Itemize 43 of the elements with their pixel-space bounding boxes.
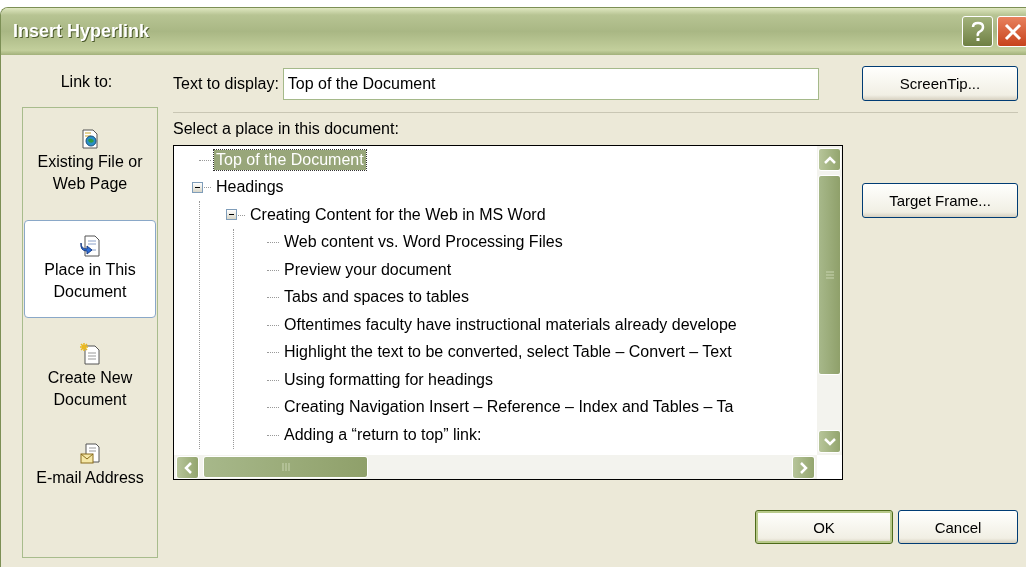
link-to-label: Link to: [59, 72, 114, 92]
scroll-down-button[interactable] [818, 430, 841, 453]
scroll-up-button[interactable] [818, 148, 841, 171]
screentip-button[interactable]: ScreenTip... [862, 66, 1018, 101]
link-to-option[interactable]: Existing File or Web Page [24, 122, 156, 202]
caret-down-icon [823, 437, 836, 446]
scrollbar-thumb[interactable] [818, 175, 841, 375]
link-to-option[interactable]: Place in This Document [24, 220, 156, 318]
tree-item[interactable]: Adding a “return to top” link: [282, 424, 484, 445]
tree-item[interactable]: Oftentimes faculty have instructional materials already develope [282, 314, 739, 335]
scrollbar-thumb[interactable] [203, 456, 368, 478]
close-button[interactable] [997, 16, 1026, 47]
help-icon [969, 20, 986, 43]
text-to-display-field[interactable]: Top of the Document [282, 67, 819, 100]
help-button[interactable] [962, 16, 993, 47]
document-globe-icon [81, 129, 99, 149]
tree-item[interactable]: Headings [214, 177, 286, 198]
close-icon [1003, 22, 1022, 41]
caret-right-icon [799, 461, 808, 474]
field-label: Text to display: [173, 74, 279, 93]
new-document-icon [80, 343, 100, 365]
tree-item[interactable]: Web content vs. Word Processing Files [282, 232, 565, 253]
collapse-icon[interactable] [192, 181, 203, 193]
cancel-button[interactable]: Cancel [898, 510, 1018, 544]
window-title: Insert Hyperlink [13, 21, 151, 42]
document-envelope-icon [80, 443, 100, 465]
caret-up-icon [823, 155, 836, 164]
ok-button[interactable]: OK [755, 510, 893, 544]
tree-item[interactable]: Tabs and spaces to tables [282, 287, 471, 308]
target-frame-button[interactable]: Target Frame... [862, 183, 1018, 218]
scroll-left-button[interactable] [176, 456, 199, 479]
document-arrow-icon [80, 235, 100, 257]
tree-item[interactable]: Creating Content for the Web in MS Word [248, 204, 548, 225]
place-label: Select a place in this document: [173, 119, 400, 139]
tree-item[interactable]: Using formatting for headings [282, 369, 495, 390]
link-to-option[interactable]: E-mail Address [24, 436, 156, 496]
scroll-right-button[interactable] [792, 456, 815, 479]
link-to-option[interactable]: Create New Document [24, 336, 156, 418]
tree-item[interactable]: Preview your document [282, 259, 454, 280]
collapse-icon[interactable] [226, 209, 237, 221]
tree-item[interactable]: Highlight the text to be converted, select Table – Convert – Text [282, 342, 734, 363]
tree-item[interactable]: Creating Navigation Insert – Reference – Index and Tables – Ta [282, 397, 736, 418]
caret-left-icon [183, 461, 192, 474]
